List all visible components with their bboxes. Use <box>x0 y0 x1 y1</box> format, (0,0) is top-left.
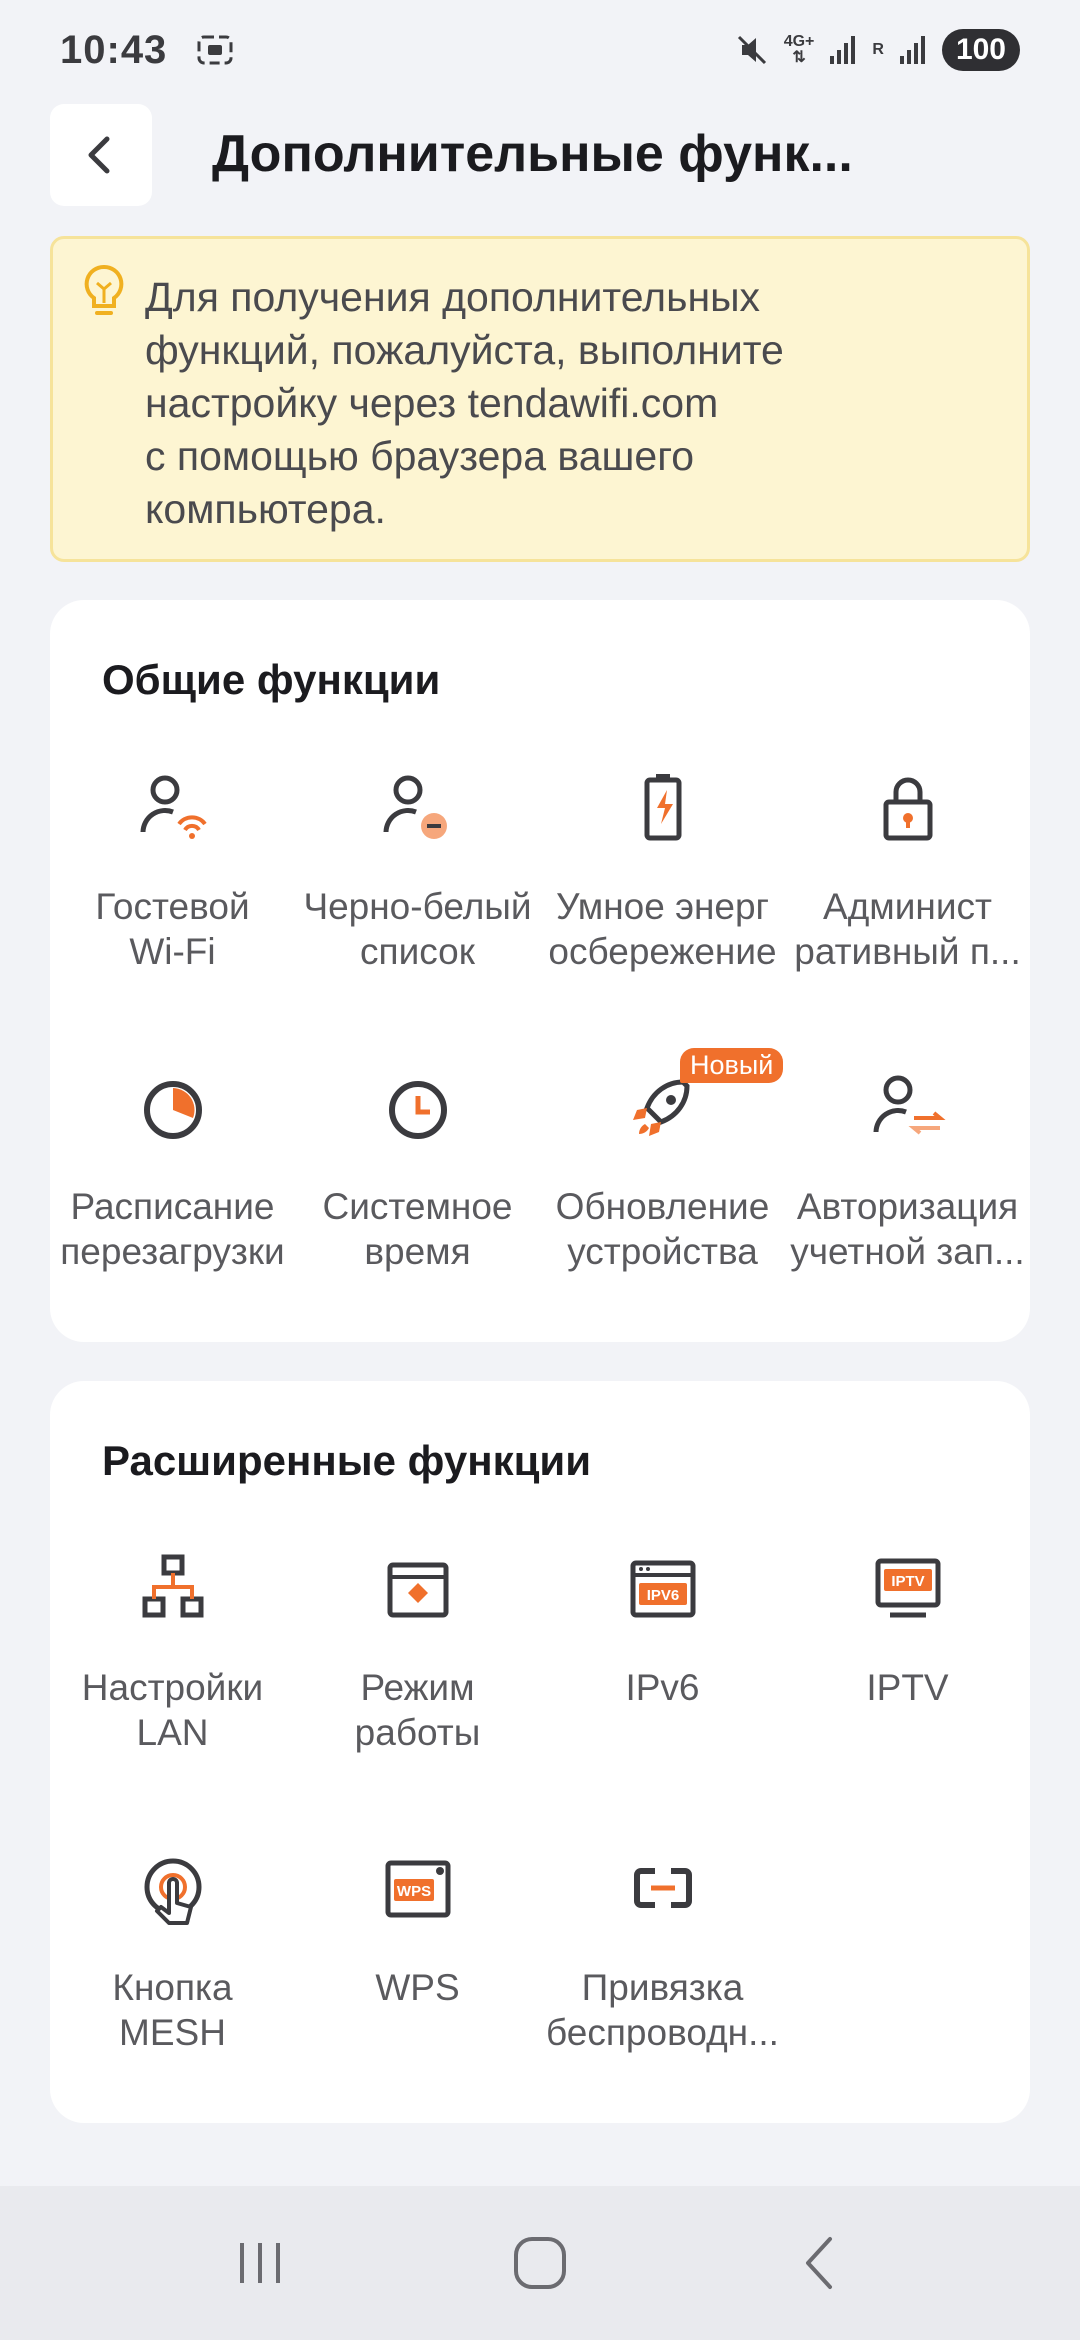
admin-password-label: Админист ративный п... <box>794 886 1021 972</box>
general-functions-card: Общие функции Гостевой Wi-Fi Черно-белый… <box>50 600 1030 1342</box>
lock-icon <box>868 768 948 848</box>
device-update-label: Обновление устройства <box>555 1186 770 1272</box>
iptv-icon: IPTV <box>868 1549 948 1629</box>
ipv6-icon-text: IPV6 <box>646 1587 679 1604</box>
system-time-label: Системное время <box>322 1186 513 1272</box>
wireless-binding-label: Привязка беспроводн... <box>546 1967 779 2053</box>
work-mode-item[interactable]: Режим работы <box>295 1549 540 1849</box>
wireless-binding-item[interactable]: Привязка беспроводн... <box>540 1849 785 2149</box>
system-time-item[interactable]: Системное время <box>295 1068 540 1368</box>
link-icon <box>623 1849 703 1929</box>
lan-settings-item[interactable]: Настройки LAN <box>50 1549 295 1849</box>
status-bar: 10:43 4G+ ⇅ R 100 <box>0 0 1080 100</box>
battery-indicator: 100 <box>941 29 1020 71</box>
signal-icon-2 <box>898 34 928 66</box>
wps-icon-text: WPS <box>396 1883 430 1900</box>
reboot-schedule-icon <box>133 1068 213 1148</box>
iptv-label: IPTV <box>866 1667 949 1708</box>
device-update-item[interactable]: Новый Обновление устройства <box>540 1048 785 1368</box>
iptv-icon-text: IPTV <box>891 1573 924 1590</box>
chevron-left-icon <box>88 136 110 174</box>
info-notice: Для получения дополнительных функций, по… <box>50 236 1030 562</box>
ipv6-item[interactable]: IPV6 IPv6 <box>540 1549 785 1849</box>
wps-item[interactable]: WPS WPS <box>295 1849 540 2149</box>
status-time: 10:43 <box>60 27 168 72</box>
new-badge: Новый <box>680 1048 784 1083</box>
signal-icon <box>828 34 858 66</box>
energy-saving-item[interactable]: Умное энерг осбережение <box>540 768 785 1068</box>
header: Дополнительные функ... <box>0 100 1080 230</box>
ipv6-icon: IPV6 <box>623 1549 703 1629</box>
energy-saving-label: Умное энерг осбережение <box>548 886 777 972</box>
account-auth-label: Авторизация учетной зап... <box>790 1186 1025 1272</box>
back-icon <box>806 2237 832 2289</box>
guest-wifi-item[interactable]: Гостевой Wi-Fi <box>50 768 295 1068</box>
advanced-functions-title: Расширенные функции <box>102 1437 592 1484</box>
user-auth-icon <box>868 1068 948 1148</box>
guest-wifi-label: Гостевой Wi-Fi <box>95 886 250 972</box>
wps-icon: WPS <box>378 1849 458 1929</box>
system-back-button[interactable] <box>770 2213 870 2313</box>
network-type: 4G+ ⇅ <box>783 33 815 66</box>
blacklist-item[interactable]: Черно-белый список <box>295 768 540 1068</box>
recent-apps-icon <box>240 2243 280 2283</box>
general-functions-title: Общие функции <box>102 656 441 703</box>
notice-text: Для получения дополнительных функций, по… <box>145 274 784 532</box>
system-nav-bar <box>0 2186 1080 2340</box>
mute-icon <box>734 32 770 68</box>
roaming-label: R <box>872 41 884 58</box>
mesh-button-label: Кнопка MESH <box>112 1967 233 2053</box>
user-block-icon <box>378 768 458 848</box>
mesh-button-item[interactable]: Кнопка MESH <box>50 1849 295 2149</box>
ipv6-label: IPv6 <box>625 1667 700 1708</box>
advanced-functions-card: Расширенные функции Настройки LAN Режим … <box>50 1381 1030 2123</box>
lan-icon <box>133 1549 213 1629</box>
lan-settings-label: Настройки LAN <box>81 1667 264 1753</box>
home-icon <box>514 2237 566 2289</box>
reboot-schedule-label: Расписание перезагрузки <box>60 1186 285 1272</box>
guest-wifi-icon <box>133 768 213 848</box>
mesh-button-icon <box>133 1849 213 1929</box>
account-auth-item[interactable]: Авторизация учетной зап... <box>785 1068 1030 1368</box>
reboot-schedule-item[interactable]: Расписание перезагрузки <box>50 1068 295 1368</box>
lightbulb-icon <box>81 263 127 326</box>
work-mode-icon <box>378 1549 458 1629</box>
admin-password-item[interactable]: Админист ративный п... <box>785 768 1030 1068</box>
iptv-item[interactable]: IPTV IPTV <box>785 1549 1030 1849</box>
back-button[interactable] <box>50 104 152 206</box>
clock-icon <box>378 1068 458 1148</box>
work-mode-label: Режим работы <box>354 1667 481 1753</box>
recent-apps-button[interactable] <box>210 2213 310 2313</box>
wps-label: WPS <box>375 1967 460 2008</box>
page-title: Дополнительные функ... <box>212 125 853 183</box>
home-button[interactable] <box>490 2213 590 2313</box>
screenshot-icon <box>195 30 235 70</box>
battery-icon <box>623 768 703 848</box>
blacklist-label: Черно-белый список <box>303 886 532 972</box>
